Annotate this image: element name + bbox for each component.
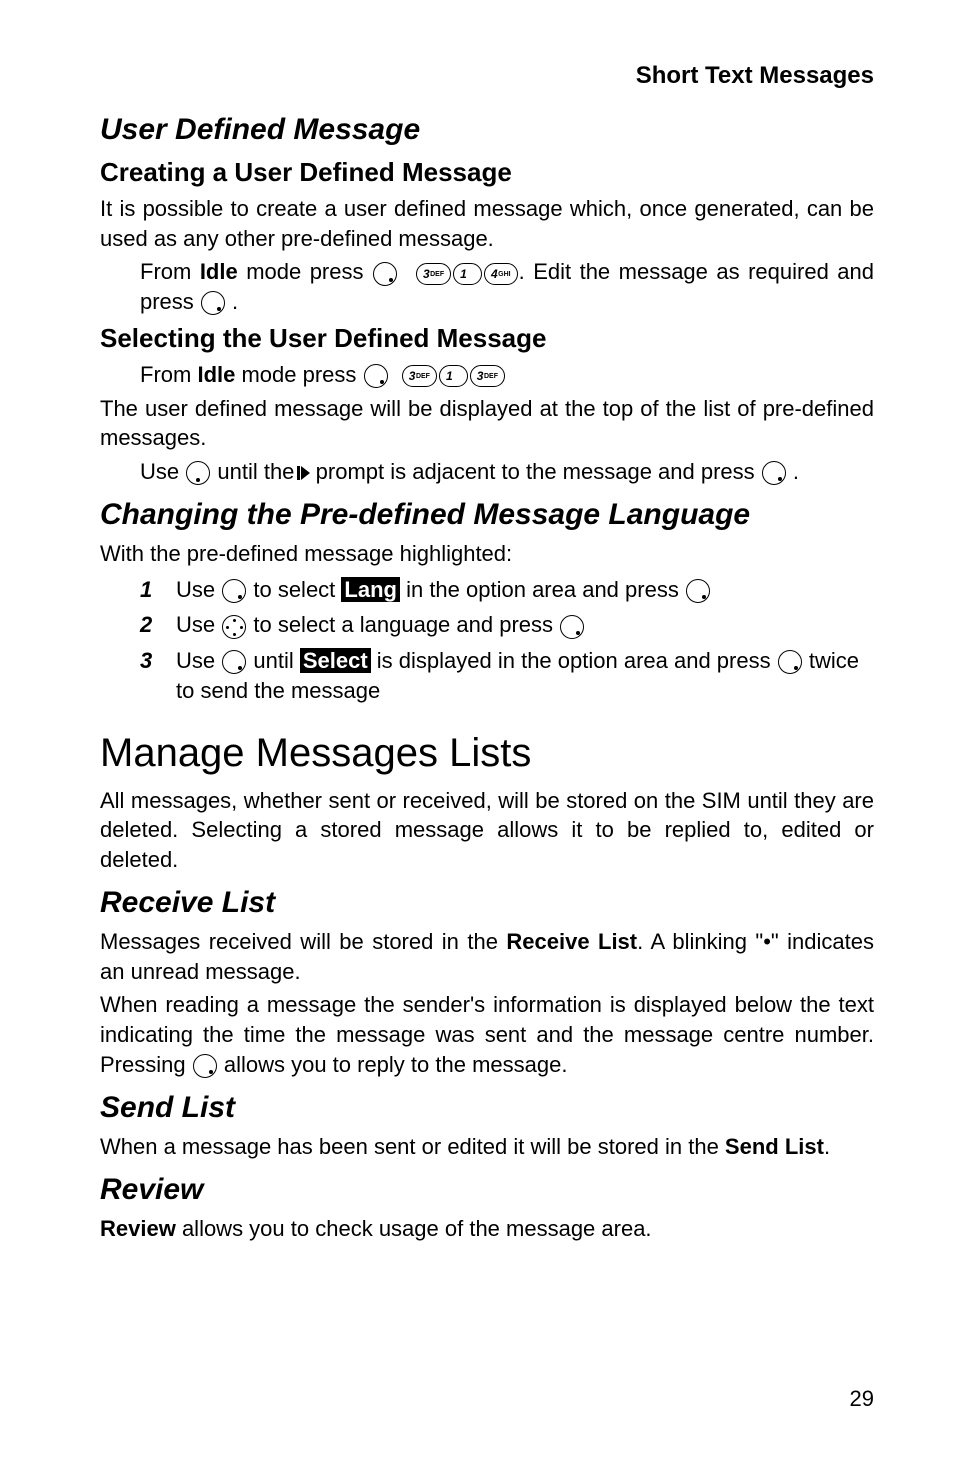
text: to select: [247, 577, 341, 602]
lang-tag: Lang: [341, 577, 400, 602]
heading-creating: Creating a User Defined Message: [100, 155, 874, 190]
nav-select-icon: [762, 461, 786, 485]
text: Use: [176, 648, 221, 673]
nav-select-icon: [560, 615, 584, 639]
receive-list-label: Receive List: [506, 929, 637, 954]
key-4ghi-icon: 4GHI: [484, 263, 518, 285]
page-header: Short Text Messages: [100, 60, 874, 92]
key-1-icon: 1: [453, 263, 482, 285]
para-select-use: Use until the prompt is adjacent to the …: [100, 457, 874, 487]
list-number: 2: [140, 610, 176, 640]
heading-selecting: Selecting the User Defined Message: [100, 321, 874, 356]
text: Messages received will be stored in the: [100, 929, 506, 954]
nav-right-icon: [222, 579, 246, 603]
nav-select-icon: [364, 364, 388, 388]
para-lang-intro: With the pre-defined message highlighted…: [100, 539, 874, 569]
send-list-label: Send List: [725, 1134, 824, 1159]
para-review: Review allows you to check usage of the …: [100, 1214, 874, 1244]
text: When a message has been sent or edited i…: [100, 1134, 725, 1159]
nav-select-icon: [778, 650, 802, 674]
page-number: 29: [850, 1384, 874, 1414]
heading-receive-list: Receive List: [100, 883, 874, 924]
list-item: 1 Use to select Lang in the option area …: [140, 575, 874, 605]
text: .: [824, 1134, 830, 1159]
text: allows you to check usage of the message…: [176, 1216, 652, 1241]
para-send: When a message has been sent or edited i…: [100, 1132, 874, 1162]
heading-send-list: Send List: [100, 1088, 874, 1129]
heading-manage-lists: Manage Messages Lists: [100, 726, 874, 780]
cursor-prompt-icon: [301, 466, 310, 480]
nav-select-icon: [193, 1054, 217, 1078]
list-number: 3: [140, 646, 176, 705]
para-select-steps: From Idle mode press 3DEF1 3DEF: [100, 360, 874, 390]
nav-select-icon: [201, 291, 225, 315]
ordered-list: 1 Use to select Lang in the option area …: [100, 575, 874, 706]
list-item: 2 Use to select a language and press: [140, 610, 874, 640]
text: prompt is adjacent to the message and pr…: [310, 459, 761, 484]
key-3def-icon: 3DEF: [470, 365, 505, 387]
text: to select a language and press: [247, 612, 559, 637]
list-item: 3 Use until Select is displayed in the o…: [140, 646, 874, 705]
para-receive-2: When reading a message the sender's info…: [100, 990, 874, 1079]
text: is displayed in the option area and pres…: [371, 648, 777, 673]
nav-select-icon: [373, 262, 397, 286]
text: From: [140, 259, 200, 284]
text: until the: [211, 459, 300, 484]
text: .: [787, 459, 799, 484]
text: .: [226, 289, 238, 314]
list-number: 1: [140, 575, 176, 605]
text: allows you to reply to the message.: [218, 1052, 568, 1077]
para-receive-1: Messages received will be stored in the …: [100, 927, 874, 986]
heading-change-lang: Changing the Pre-defined Message Languag…: [100, 495, 874, 536]
key-1-icon: 1: [439, 365, 468, 387]
key-3def-icon: 3DEF: [416, 263, 451, 285]
text: mode press: [235, 362, 362, 387]
idle-label: Idle: [200, 259, 238, 284]
para-create-steps: From Idle mode press 3DEF1 4GHI. Edit th…: [100, 257, 874, 316]
nav-4way-icon: [222, 615, 246, 639]
key-3def-icon: 3DEF: [402, 365, 437, 387]
nav-right-icon: [222, 650, 246, 674]
text: Use: [176, 577, 221, 602]
nav-select-icon: [686, 579, 710, 603]
heading-user-defined-message: User Defined Message: [100, 110, 874, 151]
text: From: [140, 362, 197, 387]
text: until: [247, 648, 300, 673]
select-tag: Select: [300, 648, 371, 673]
para-select-desc: The user defined message will be display…: [100, 394, 874, 453]
para-manage-intro: All messages, whether sent or received, …: [100, 786, 874, 875]
text: in the option area and press: [400, 577, 685, 602]
text: Use: [140, 459, 185, 484]
idle-label: Idle: [197, 362, 235, 387]
nav-down-icon: [186, 461, 210, 485]
text: mode press: [238, 259, 372, 284]
text: Use: [176, 612, 221, 637]
heading-review: Review: [100, 1170, 874, 1211]
review-label: Review: [100, 1216, 176, 1241]
para-create-intro: It is possible to create a user defined …: [100, 194, 874, 253]
